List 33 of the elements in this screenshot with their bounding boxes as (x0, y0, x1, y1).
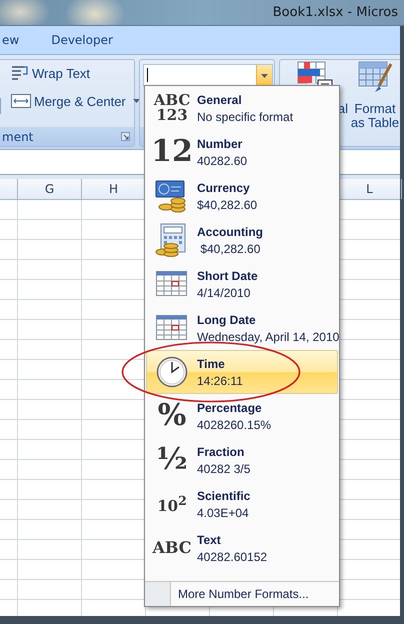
dropdown-button[interactable] (256, 65, 272, 86)
format-option[interactable]: Time 14:26:11 (146, 350, 338, 394)
dialog-launcher-icon[interactable] (121, 132, 130, 141)
format-glyph-icon: ½ (156, 445, 188, 475)
format-glyph-icon: % (158, 401, 186, 431)
number-format-field[interactable] (143, 64, 273, 87)
ribbon-tab[interactable]: Developer (49, 31, 115, 49)
format-option[interactable]: ABC 123 General No specific format (146, 86, 338, 130)
format-option[interactable]: Accounting $40,282.60 (146, 218, 338, 262)
column-header: G (44, 182, 54, 196)
format-option[interactable]: Short Date 4/14/2010 (146, 262, 338, 306)
window-title: Book1.xlsx - Micros (272, 5, 398, 20)
format-table-button[interactable]: Format as Table (350, 60, 400, 146)
more-formats-link[interactable]: More Number Formats... (171, 582, 316, 606)
format-option[interactable]: Long Date Wednesday, April 14, 2010 (146, 306, 338, 350)
format-glyph-icon: 10$^{2}$ (150, 494, 194, 514)
wrap-text-icon (11, 65, 29, 81)
format-glyph-icon: ABC 123 (150, 93, 194, 123)
wrap-text-button[interactable]: Wrap Text (9, 64, 92, 82)
format-glyph-icon: ABC (152, 540, 192, 556)
clock-icon (156, 356, 188, 388)
ribbon-tab[interactable]: ew (0, 31, 22, 49)
column-header: H (108, 182, 118, 196)
column-header: L (366, 182, 373, 196)
calendar-icon (156, 315, 188, 341)
caret-icon (261, 74, 268, 78)
format-option[interactable]: 10$^{2}$ Scientific 4.03E+04 (146, 482, 338, 526)
format-option[interactable]: Currency $40,282.60 (146, 174, 338, 218)
format-glyph-icon: 12 (151, 137, 193, 167)
group-label: ment (2, 130, 34, 144)
merge-cells-icon (11, 93, 31, 109)
merge-center-button[interactable]: Merge & Center (9, 92, 142, 110)
calendar-icon (156, 271, 188, 297)
